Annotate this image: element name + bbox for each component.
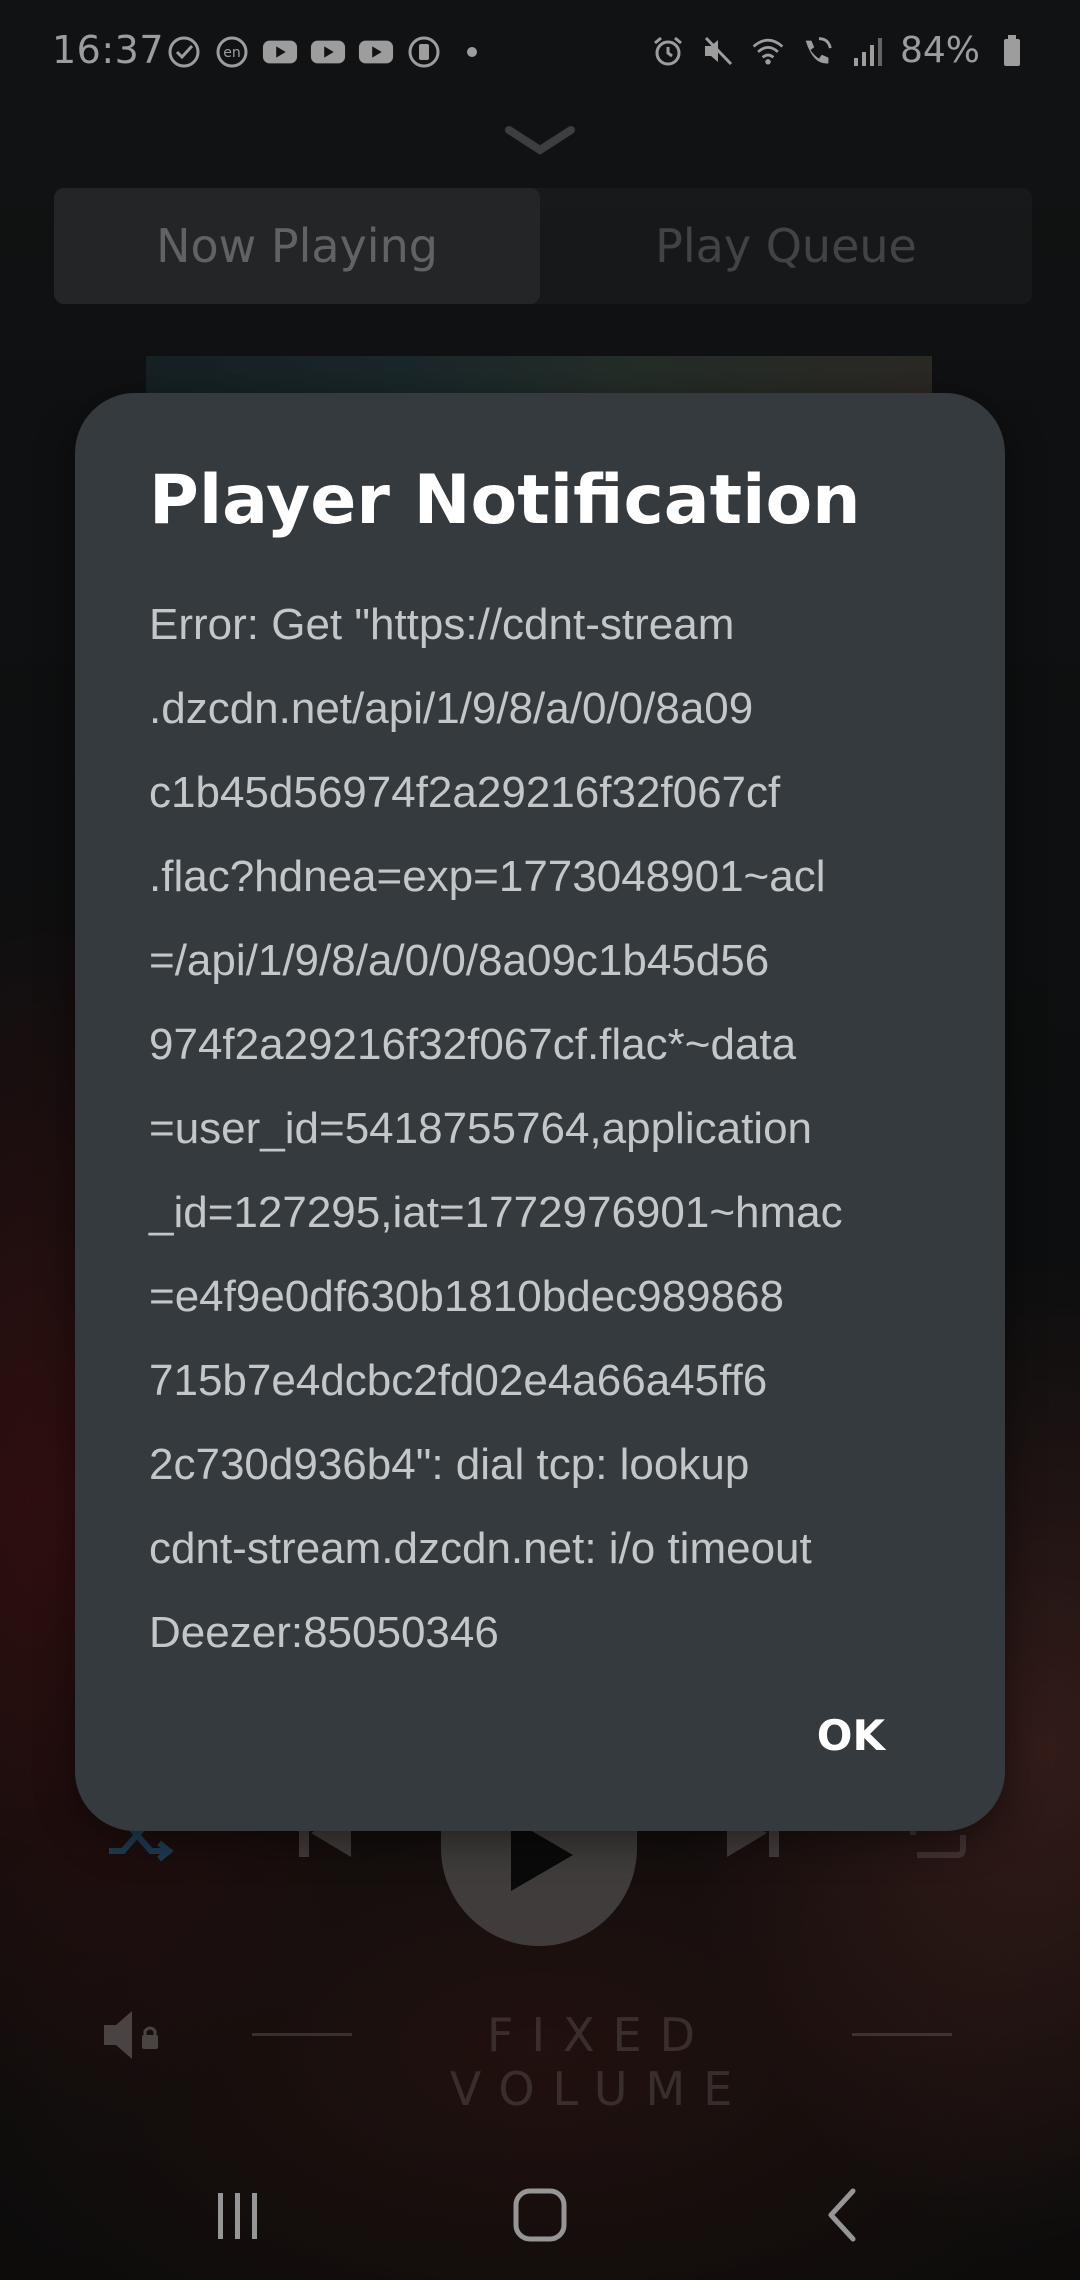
ok-button[interactable]: OK — [817, 1711, 885, 1760]
message-line: cdnt-stream.dzcdn.net: i/o timeout — [149, 1524, 812, 1573]
message-line: .flac?hdnea=exp=1773048901~acl — [149, 852, 826, 901]
message-line: c1b45d56974f2a29216f32f067cf — [149, 768, 781, 817]
message-line: =user_id=5418755764,application — [149, 1104, 813, 1153]
message-line: 974f2a29216f32f067cf.flac*~data — [149, 1020, 797, 1069]
message-line: =/api/1/9/8/a/0/0/8a09c1b45d56 — [149, 936, 770, 985]
dialog-title: Player Notification — [149, 461, 861, 540]
message-line: _id=127295,iat=1772976901~hmac — [149, 1188, 843, 1237]
message-line: .dzcdn.net/api/1/9/8/a/0/0/8a09 — [149, 684, 754, 733]
message-line: =e4f9e0df630b1810bdec989868 — [149, 1272, 784, 1321]
message-line: Error: Get "https://cdnt-stream — [149, 600, 735, 649]
player-notification-dialog: Player Notification Error: Get "https://… — [75, 393, 1005, 1831]
message-line: 2c730d936b4": dial tcp: lookup — [149, 1440, 750, 1489]
message-line: Deezer:85050346 — [149, 1608, 499, 1657]
message-line: 715b7e4dcbc2fd02e4a66a45ff6 — [149, 1356, 768, 1405]
dialog-message: Error: Get "https://cdnt-stream .dzcdn.n… — [149, 583, 969, 1675]
